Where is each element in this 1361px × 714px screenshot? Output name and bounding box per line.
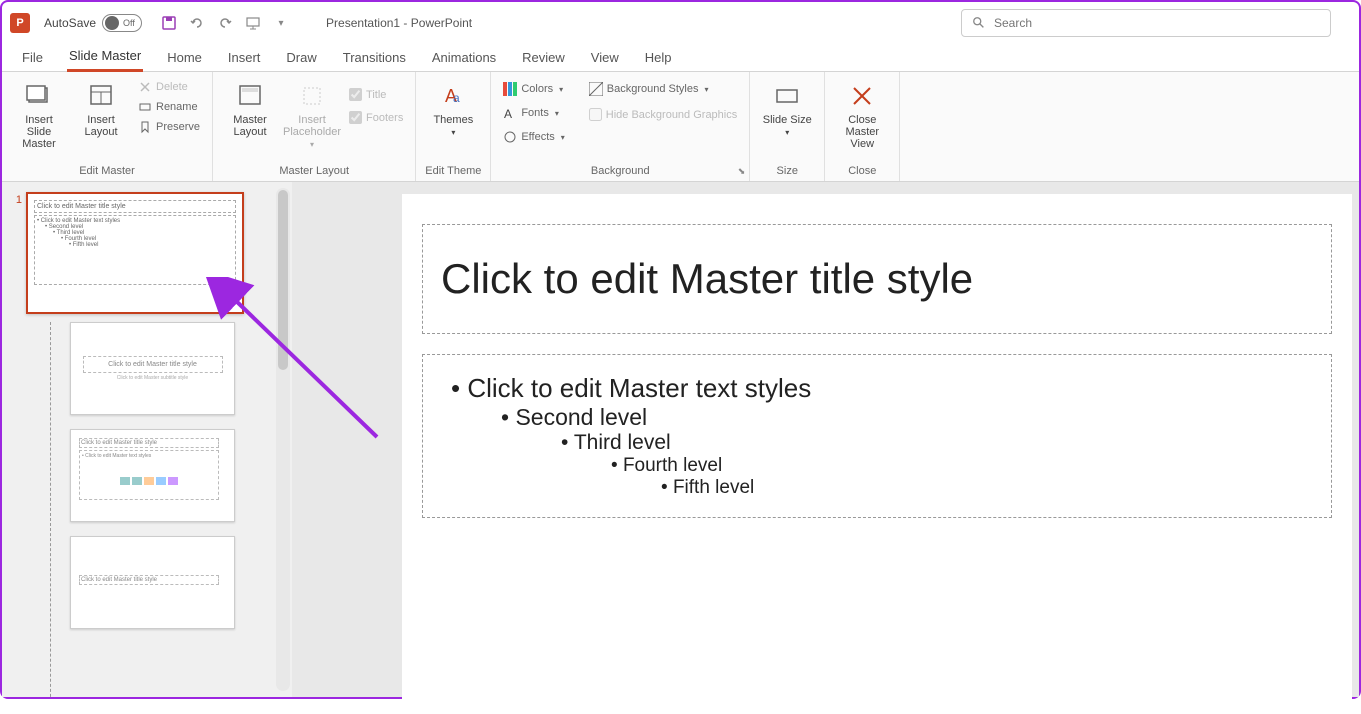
tab-insert[interactable]: Insert	[226, 46, 263, 71]
group-label-size: Size	[758, 163, 816, 179]
group-close: Close Master View Close	[825, 72, 900, 181]
quick-access-toolbar: ▾	[160, 14, 290, 32]
slide-size-button[interactable]: Slide Size ▾	[758, 76, 816, 141]
tab-file[interactable]: File	[20, 46, 45, 71]
title-placeholder-text[interactable]: Click to edit Master title style	[441, 255, 1313, 303]
slide-canvas[interactable]: Click to edit Master title style Click t…	[402, 194, 1352, 714]
tab-transitions[interactable]: Transitions	[341, 46, 408, 71]
preserve-icon	[138, 120, 152, 134]
title-checkbox: Title	[345, 84, 407, 105]
body-level-3[interactable]: Third level	[441, 431, 1313, 455]
title-placeholder[interactable]: Click to edit Master title style	[422, 224, 1332, 334]
group-edit-master: Insert Slide Master Insert Layout Delete…	[2, 72, 213, 181]
autosave-label: AutoSave	[44, 16, 96, 30]
footers-checkbox: Footers	[345, 107, 407, 128]
master-thumb-title: Click to edit Master title style	[34, 200, 236, 213]
toggle-switch[interactable]: Off	[102, 14, 142, 32]
group-background: Colors▾ A Fonts▾ Effects▾ Background Sty…	[491, 72, 750, 181]
group-label-background: Background	[499, 163, 741, 179]
insert-layout-button[interactable]: Insert Layout	[72, 76, 130, 142]
close-master-view-button[interactable]: Close Master View	[833, 76, 891, 154]
group-label-edit-theme: Edit Theme	[424, 163, 482, 179]
bg-styles-icon	[589, 82, 603, 96]
group-label-close: Close	[833, 163, 891, 179]
group-label-master-layout: Master Layout	[221, 163, 407, 179]
body-level-2[interactable]: Second level	[441, 404, 1313, 431]
powerpoint-icon: P	[10, 13, 30, 33]
tab-help[interactable]: Help	[643, 46, 674, 71]
group-label-edit-master: Edit Master	[10, 163, 204, 179]
background-dialog-launcher[interactable]: ⬊	[738, 166, 746, 177]
tab-slide-master[interactable]: Slide Master	[67, 44, 143, 72]
toggle-knob	[105, 16, 119, 30]
group-master-layout: Master Layout Insert Placeholder ▾ Title…	[213, 72, 416, 181]
delete-button: Delete	[134, 78, 204, 96]
body-level-1[interactable]: Click to edit Master text styles	[441, 373, 1313, 404]
tree-line	[50, 322, 51, 697]
group-edit-theme: Aa Themes ▾ Edit Theme	[416, 72, 491, 181]
toggle-state: Off	[123, 18, 135, 28]
background-styles-button[interactable]: Background Styles▾	[585, 80, 741, 98]
slide-edit-area: Click to edit Master title style Click t…	[292, 182, 1359, 697]
search-input[interactable]	[994, 16, 1320, 30]
undo-button[interactable]	[188, 14, 206, 32]
body-level-4[interactable]: Fourth level	[441, 455, 1313, 477]
group-size: Slide Size ▾ Size	[750, 72, 825, 181]
ribbon: Insert Slide Master Insert Layout Delete…	[2, 72, 1359, 182]
master-thumbnail[interactable]: Click to edit Master title style • Click…	[26, 192, 244, 314]
thumbnail-panel: 1 Click to edit Master title style • Cli…	[2, 182, 292, 697]
fonts-icon: A	[503, 106, 517, 120]
tab-review[interactable]: Review	[520, 46, 567, 71]
svg-text:A: A	[504, 107, 512, 120]
insert-slide-master-button[interactable]: Insert Slide Master	[10, 76, 68, 154]
present-button[interactable]	[244, 14, 262, 32]
layout-thumbnail-3[interactable]: Click to edit Master title style	[70, 536, 235, 629]
save-button[interactable]	[160, 14, 178, 32]
layout-thumbnail-2[interactable]: Click to edit Master title style • Click…	[70, 429, 235, 522]
layout-thumbnail-1[interactable]: Click to edit Master title style Click t…	[70, 322, 235, 415]
main-area: 1 Click to edit Master title style • Cli…	[2, 182, 1359, 697]
body-level-5[interactable]: Fifth level	[441, 477, 1313, 499]
thumbnail-scrollbar[interactable]	[276, 188, 290, 691]
themes-button[interactable]: Aa Themes ▾	[424, 76, 482, 141]
search-box[interactable]	[961, 9, 1331, 37]
master-layout-button[interactable]: Master Layout	[221, 76, 279, 142]
rename-button[interactable]: Rename	[134, 98, 204, 116]
hide-bg-checkbox: Hide Background Graphics	[585, 104, 741, 125]
svg-text:a: a	[453, 91, 460, 105]
redo-button[interactable]	[216, 14, 234, 32]
preserve-button[interactable]: Preserve	[134, 118, 204, 136]
colors-icon	[503, 82, 517, 96]
tab-home[interactable]: Home	[165, 46, 204, 71]
tab-view[interactable]: View	[589, 46, 621, 71]
tab-draw[interactable]: Draw	[284, 46, 318, 71]
search-icon	[972, 16, 986, 30]
rename-icon	[138, 100, 152, 114]
ribbon-tabs: File Slide Master Home Insert Draw Trans…	[2, 44, 1359, 72]
insert-placeholder-button: Insert Placeholder ▾	[283, 76, 341, 153]
effects-button[interactable]: Effects▾	[499, 128, 568, 146]
fonts-button[interactable]: A Fonts▾	[499, 104, 568, 122]
tab-animations[interactable]: Animations	[430, 46, 498, 71]
effects-icon	[503, 130, 517, 144]
qat-customize[interactable]: ▾	[272, 14, 290, 32]
title-bar: P AutoSave Off ▾ Presentation1 - PowerPo…	[2, 2, 1359, 44]
body-placeholder[interactable]: Click to edit Master text styles Second …	[422, 354, 1332, 518]
autosave-toggle[interactable]: AutoSave Off	[44, 14, 142, 32]
delete-icon	[138, 80, 152, 94]
master-thumb-body: • Click to edit Master text styles • Sec…	[34, 215, 236, 285]
scrollbar-thumb[interactable]	[278, 190, 288, 370]
colors-button[interactable]: Colors▾	[499, 80, 568, 98]
master-thumb-number: 1	[8, 192, 22, 206]
document-title: Presentation1 - PowerPoint	[326, 16, 472, 30]
